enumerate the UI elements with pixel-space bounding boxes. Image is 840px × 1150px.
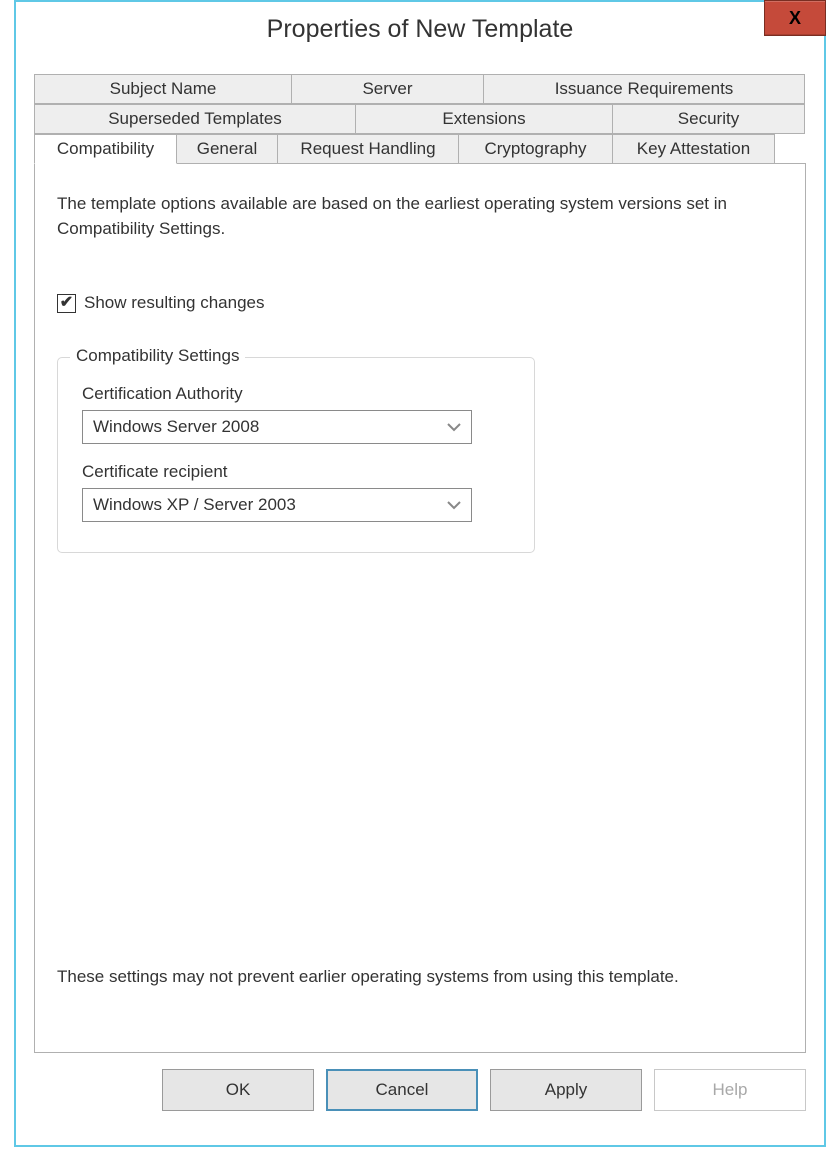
checkmark-icon: ✔ <box>60 295 73 311</box>
tab-extensions[interactable]: Extensions <box>355 104 613 134</box>
groupbox-title: Compatibility Settings <box>70 346 245 366</box>
tab-request-handling[interactable]: Request Handling <box>277 134 459 164</box>
ca-label: Certification Authority <box>82 384 510 404</box>
ca-combobox-value: Windows Server 2008 <box>93 417 259 437</box>
close-icon: X <box>789 8 801 29</box>
apply-button[interactable]: Apply <box>490 1069 642 1111</box>
compatibility-settings-group: Compatibility Settings Certification Aut… <box>57 357 535 553</box>
tab-subject-name[interactable]: Subject Name <box>34 74 292 104</box>
intro-text: The template options available are based… <box>57 192 783 241</box>
content-area: Subject Name Server Issuance Requirement… <box>16 56 824 1145</box>
window-title: Properties of New Template <box>16 15 824 44</box>
tab-row-1: Subject Name Server Issuance Requirement… <box>34 74 806 104</box>
tab-cryptography[interactable]: Cryptography <box>458 134 613 164</box>
tab-row-2: Superseded Templates Extensions Security <box>34 104 806 134</box>
close-button[interactable]: X <box>764 0 826 36</box>
dialog-window: Properties of New Template X Subject Nam… <box>14 0 826 1147</box>
recipient-label: Certificate recipient <box>82 462 510 482</box>
show-resulting-changes-checkbox[interactable]: ✔ <box>57 294 76 313</box>
titlebar: Properties of New Template X <box>16 2 824 56</box>
tab-panel-compatibility: The template options available are based… <box>34 163 806 1053</box>
tab-superseded-templates[interactable]: Superseded Templates <box>34 104 356 134</box>
cancel-button[interactable]: Cancel <box>326 1069 478 1111</box>
ok-button[interactable]: OK <box>162 1069 314 1111</box>
dialog-button-row: OK Cancel Apply Help <box>34 1053 806 1111</box>
show-resulting-changes-row: ✔ Show resulting changes <box>57 293 783 313</box>
help-button: Help <box>654 1069 806 1111</box>
chevron-down-icon <box>447 419 461 435</box>
tab-general[interactable]: General <box>176 134 278 164</box>
tab-container: Subject Name Server Issuance Requirement… <box>34 74 806 1053</box>
tab-server[interactable]: Server <box>291 74 484 104</box>
tab-key-attestation[interactable]: Key Attestation <box>612 134 775 164</box>
show-resulting-changes-label: Show resulting changes <box>84 293 265 313</box>
tab-security[interactable]: Security <box>612 104 805 134</box>
tab-issuance-requirements[interactable]: Issuance Requirements <box>483 74 805 104</box>
recipient-combobox-value: Windows XP / Server 2003 <box>93 495 296 515</box>
recipient-combobox[interactable]: Windows XP / Server 2003 <box>82 488 472 522</box>
ca-combobox[interactable]: Windows Server 2008 <box>82 410 472 444</box>
footnote-text: These settings may not prevent earlier o… <box>57 965 783 990</box>
tab-compatibility[interactable]: Compatibility <box>34 134 177 164</box>
tab-row-3: Compatibility General Request Handling C… <box>34 134 806 164</box>
chevron-down-icon <box>447 497 461 513</box>
